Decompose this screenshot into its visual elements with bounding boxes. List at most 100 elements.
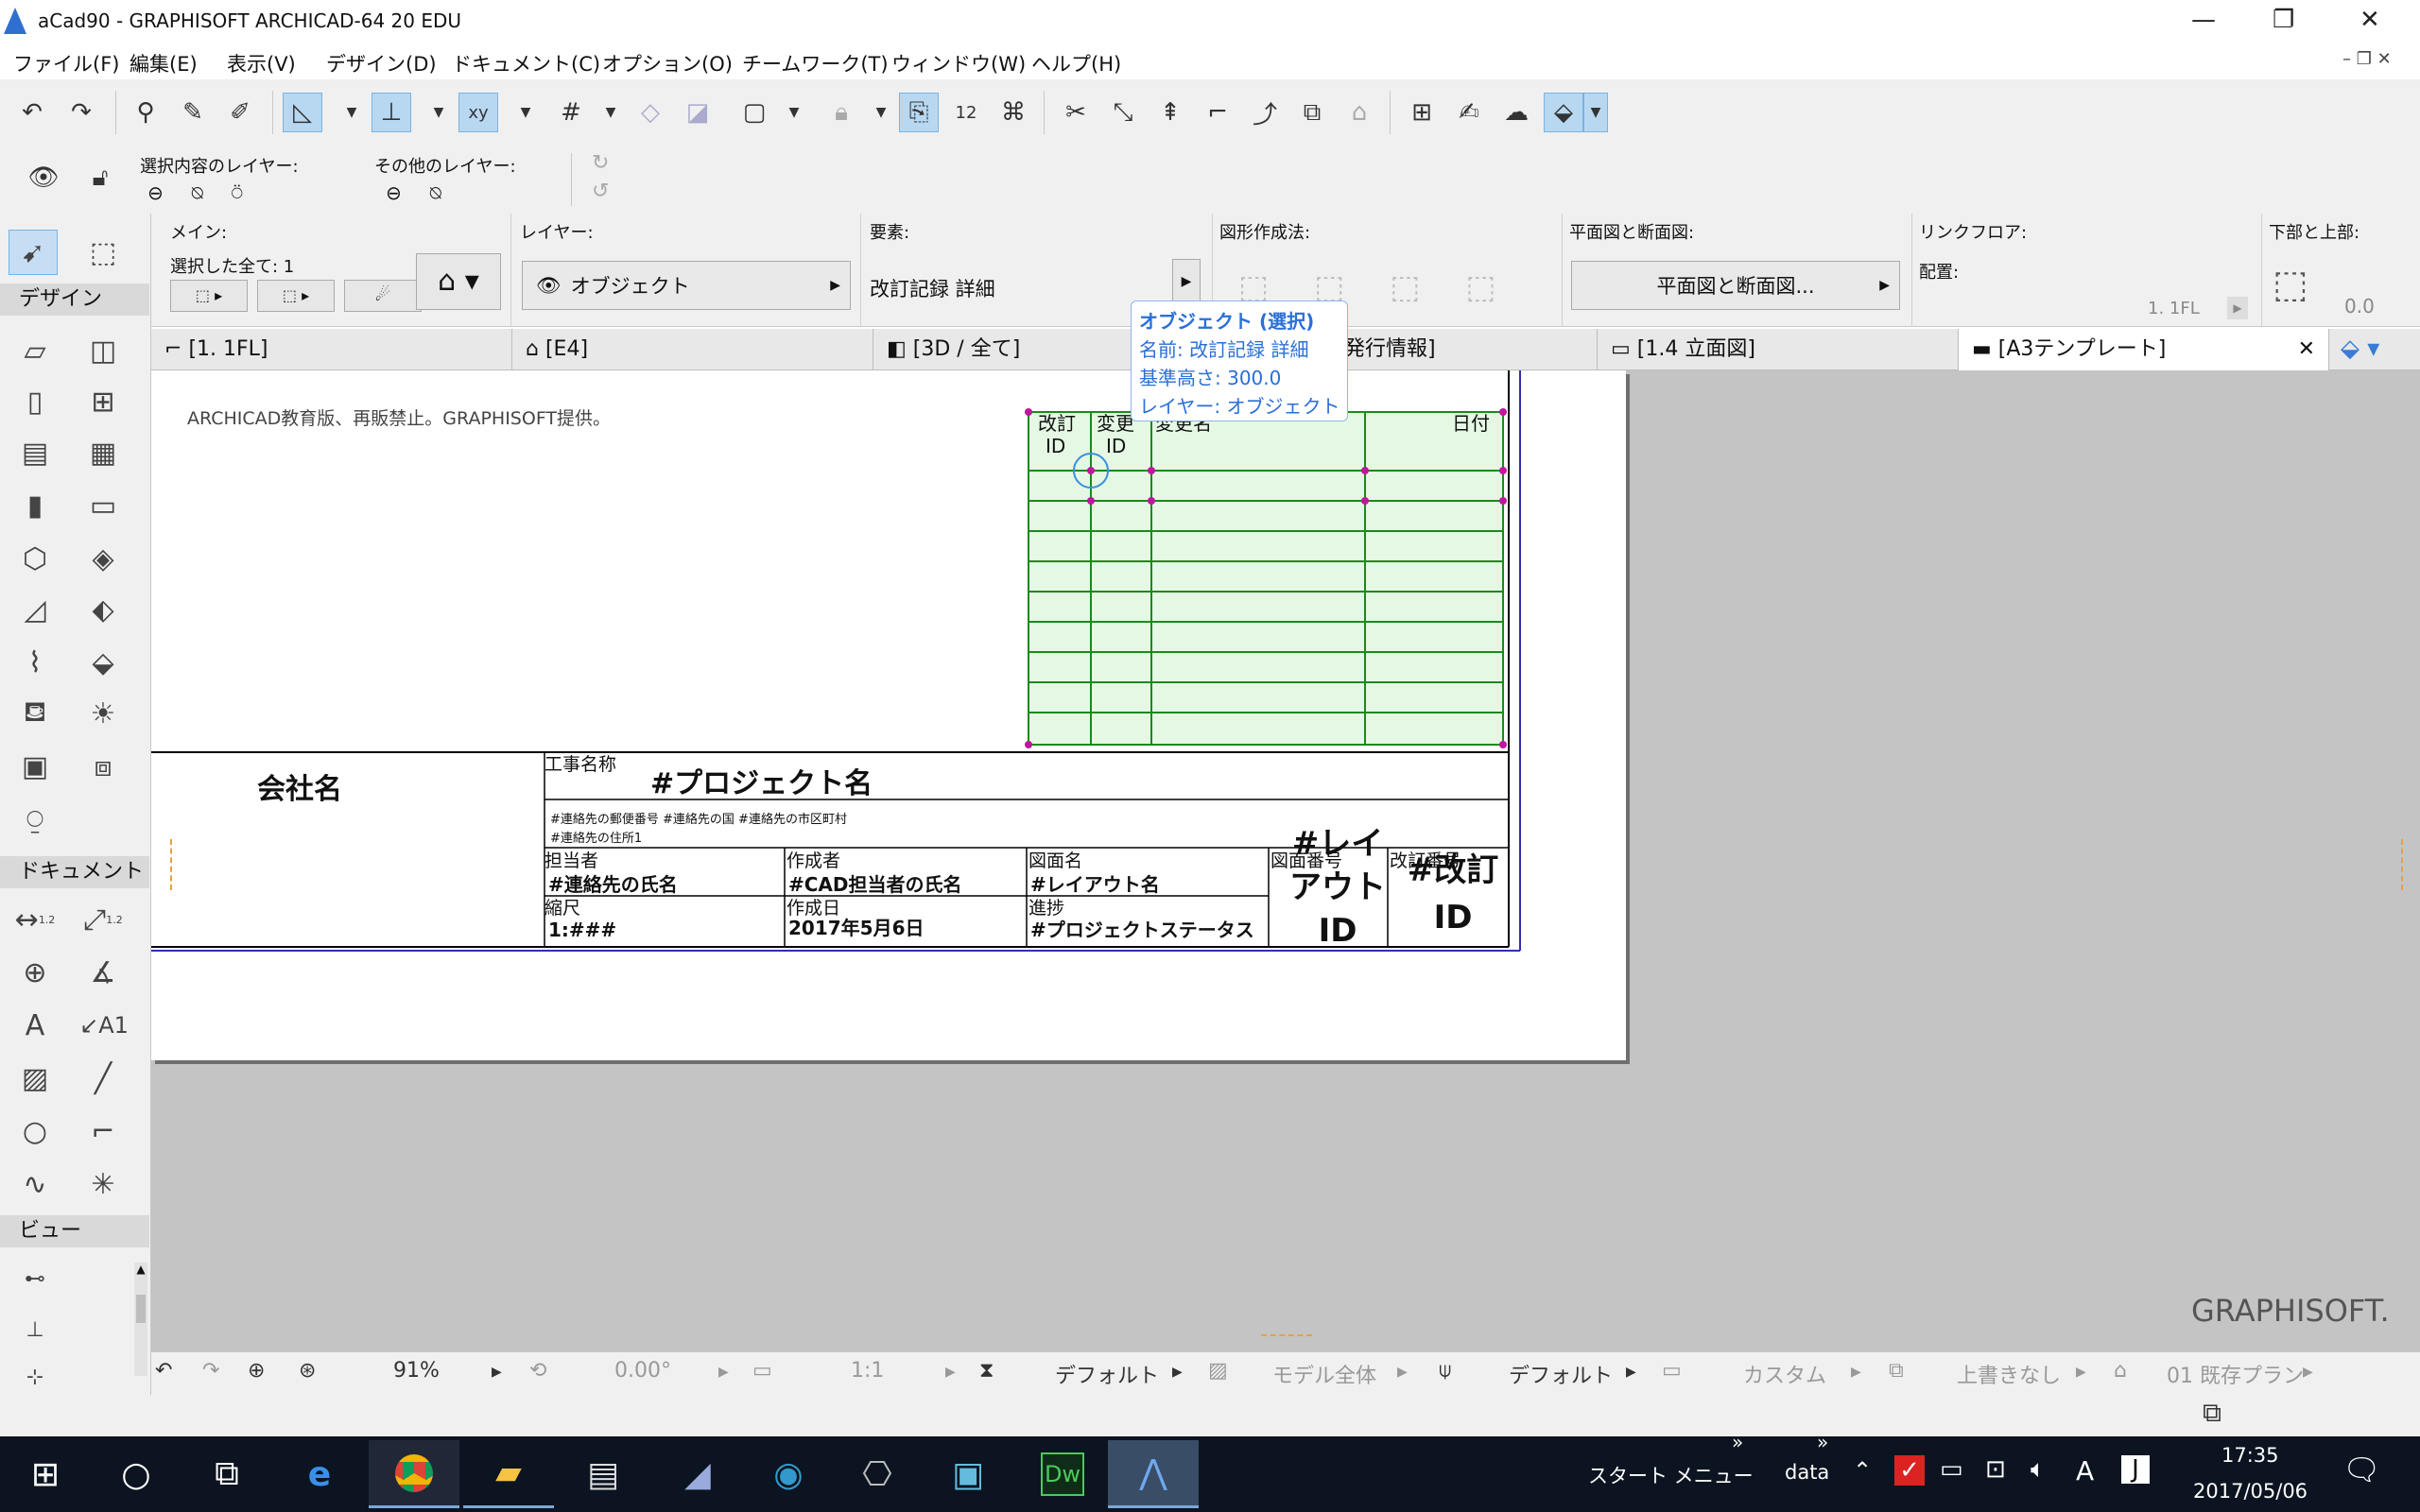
door-tool-icon[interactable]: ◫ (79, 329, 127, 372)
renovation-icon[interactable]: ⌂ (2114, 1359, 2127, 1383)
skylight-tool-icon[interactable]: ⬖ (79, 588, 127, 631)
menu-view[interactable]: 表示(V) (227, 49, 296, 77)
split-icon[interactable]: ✂ (1057, 94, 1095, 131)
grid-dropdown-icon[interactable]: ▼ (592, 94, 630, 131)
notes-app-icon[interactable]: ◢ (652, 1440, 743, 1508)
layer-toggle-icon[interactable]: ◇ (631, 94, 669, 131)
monitor-app-icon[interactable]: ▣ (923, 1440, 1013, 1508)
selected-layer-icons[interactable]: ⊖⍉⍥ (147, 181, 271, 204)
undo-icon[interactable]: ↶ (13, 94, 51, 131)
guide-dropdown-icon[interactable]: ▼ (333, 94, 371, 131)
clock-time[interactable]: 17:35 (2221, 1444, 2279, 1467)
model-view-value[interactable]: モデル全体 (1272, 1359, 1376, 1389)
scale-icon[interactable]: ▭ (752, 1359, 772, 1383)
radial-dim-tool-icon[interactable]: ⊕ (11, 951, 59, 994)
model-view-icon[interactable]: ▨ (1208, 1359, 1228, 1383)
fit-window-icon[interactable]: ⊛ (299, 1359, 316, 1383)
marquee-tool-icon[interactable]: ⬚ (79, 231, 127, 274)
layer-select[interactable]: 👁︎ オブジェクト ▶ (522, 261, 851, 310)
element-arrow-button[interactable]: ▶ (1172, 259, 1201, 304)
arrow-tool-icon[interactable]: ➹ (9, 230, 58, 275)
clock-date[interactable]: 2017/05/06 (2193, 1480, 2308, 1503)
grid-tool-icon[interactable]: ⍜ (11, 798, 59, 841)
data-toolbar[interactable]: data (1785, 1461, 1829, 1484)
group-icon[interactable]: ⊞ (1403, 94, 1441, 131)
layer-redo-icon[interactable]: ↺ (592, 180, 609, 203)
extend-icon[interactable]: ⇞ (1151, 94, 1189, 131)
teamwork-icon[interactable]: ◪ (679, 94, 717, 131)
override-arrow-icon[interactable]: ▶ (2076, 1365, 2086, 1380)
dimension-value[interactable]: デフォルト (1509, 1359, 1613, 1389)
view-header[interactable]: ビュー (0, 1215, 149, 1247)
trace-icon[interactable]: ⎘ (899, 93, 939, 132)
snap-dropdown-icon[interactable]: ▼ (420, 94, 458, 131)
magic-wand-button[interactable]: ☄ (344, 280, 422, 312)
select-area-button[interactable]: ⬚ ▸ (170, 280, 248, 312)
railing-tool-icon[interactable]: ▦ (79, 431, 127, 474)
notifications-icon[interactable]: 🗨︎ (2342, 1452, 2381, 1487)
close-window-icon[interactable]: ✕ (2360, 6, 2380, 34)
data-chevron-icon[interactable]: » (1817, 1431, 1828, 1453)
object-settings-button[interactable]: ⌂ ▾ (416, 253, 501, 310)
custom-icon[interactable]: ▭ (1662, 1359, 1682, 1383)
renovation-arrow-icon[interactable]: ▶ (2303, 1365, 2313, 1380)
menu-file[interactable]: ファイル(F) (13, 49, 119, 77)
dreamweaver-icon[interactable]: Dw (1017, 1440, 1108, 1508)
navigate-back-icon[interactable]: ↶ (155, 1359, 172, 1383)
lock-icon[interactable]: 🔒︎ (822, 94, 860, 131)
menu-teamwork[interactable]: チームワーク(T) (742, 49, 889, 77)
chrome-icon[interactable] (369, 1440, 459, 1508)
menu-design[interactable]: デザイン(D) (326, 49, 437, 77)
wall-tool-icon[interactable]: ▱ (11, 329, 59, 372)
edge-icon[interactable]: e (274, 1440, 365, 1508)
design-header[interactable]: デザイン (0, 284, 149, 316)
mesh-tool-icon[interactable]: ⌇ (11, 641, 59, 684)
ime-mode-icon[interactable]: J (2121, 1455, 2150, 1484)
layer-eye-icon[interactable]: 👁︎ (25, 159, 62, 197)
file-explorer-icon[interactable]: ▰ (463, 1440, 554, 1508)
menu-window[interactable]: ウィンドウ(W) (891, 49, 1026, 77)
scroll-up-icon[interactable]: ▲ (134, 1263, 147, 1276)
minimize-icon[interactable]: — (2191, 6, 2216, 34)
menu-edit[interactable]: 編集(E) (130, 49, 198, 77)
zone-tool-icon[interactable]: ▣ (11, 745, 59, 788)
snap-guides-icon[interactable]: ⊥ (372, 93, 411, 132)
tab-a3-template[interactable]: ▬ [A3テンプレート] ✕ (1959, 329, 2329, 370)
3d-view-icon[interactable]: ⬙ (1544, 93, 1583, 132)
redo-icon[interactable]: ↷ (62, 94, 100, 131)
level-dim-tool-icon[interactable]: ⤢ 1.2 (79, 898, 127, 941)
lamp-tool-icon[interactable]: ☀ (79, 692, 127, 735)
pick-up-icon[interactable]: ⚲ (127, 94, 164, 131)
plan-section-button[interactable]: 平面図と断面図... ▶ (1571, 261, 1900, 310)
shell-tool-icon[interactable]: ◿ (11, 588, 59, 631)
hotspot-tool-icon[interactable]: ✳ (79, 1162, 127, 1206)
column-tool-icon[interactable]: ▮ (11, 484, 59, 527)
menu-options[interactable]: オプション(O) (602, 49, 733, 77)
slab-tool-icon[interactable]: ⬡ (11, 537, 59, 580)
lock-dropdown-icon[interactable]: ▼ (862, 94, 900, 131)
model-arrow-icon[interactable]: ▶ (1397, 1365, 1408, 1380)
tab-floor-plan[interactable]: ⌐ [1. 1FL] (151, 329, 512, 370)
text-tool-icon[interactable]: A (11, 1004, 59, 1047)
task-view-icon[interactable]: ⧉ (182, 1440, 272, 1508)
numbering-icon[interactable]: 12 (947, 94, 985, 131)
title-block-drawing[interactable] (151, 370, 1626, 1060)
tab-elevation-e4[interactable]: ⌂ [E4] (512, 329, 873, 370)
coord-dropdown-icon[interactable]: ▼ (507, 94, 544, 131)
zone-stack-icon[interactable]: ⧈ (79, 745, 127, 788)
cloud-icon[interactable]: ☁ (1497, 94, 1535, 131)
marquee-button[interactable]: ⬚ ▸ (257, 280, 335, 312)
layer-undo-icon[interactable]: ↻ (592, 151, 609, 175)
other-layer-icons[interactable]: ⊖⍉ (386, 181, 470, 204)
ime-icon[interactable]: A (2076, 1455, 2094, 1486)
network-icon[interactable]: ⊡ (1985, 1455, 2006, 1484)
battery-icon[interactable]: ▭ (1940, 1455, 1963, 1484)
interior-elevation-icon[interactable]: ⊹ (11, 1355, 59, 1399)
curtain-wall-icon[interactable]: ⊞ (79, 380, 127, 423)
scroll-thumb[interactable] (136, 1295, 146, 1323)
windows-start-icon[interactable]: ⊞ (0, 1440, 91, 1508)
start-menu-toolbar[interactable]: スタート メニュー (1588, 1461, 1754, 1489)
document-header[interactable]: ドキュメント (0, 856, 149, 888)
circle-tool-icon[interactable]: ○ (11, 1109, 59, 1153)
suspend-groups-icon[interactable]: ▢ (735, 94, 773, 131)
